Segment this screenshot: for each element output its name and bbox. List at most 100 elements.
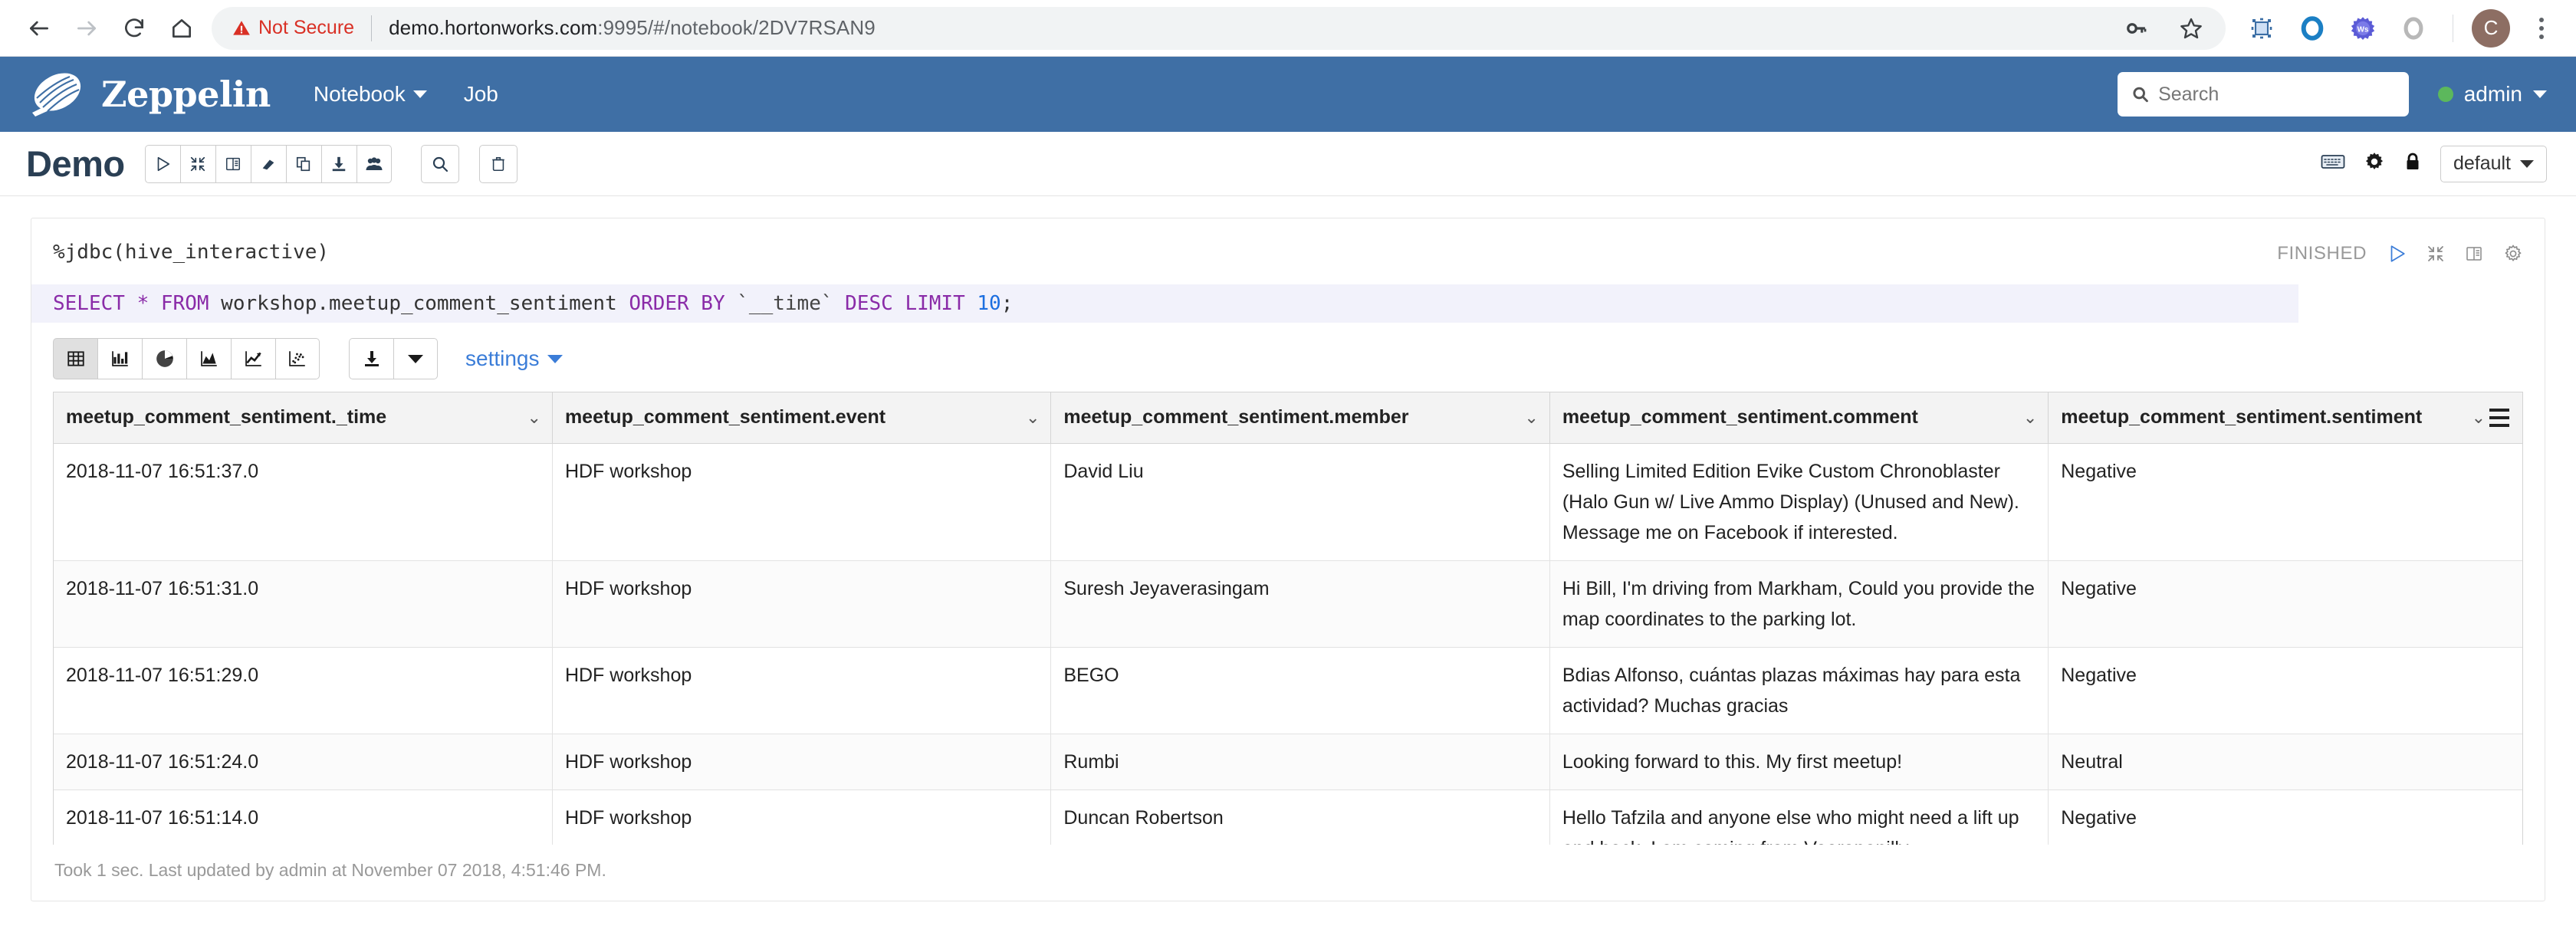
- notebook-header-right: default: [2321, 145, 2547, 182]
- viz-settings-toggle[interactable]: settings: [465, 346, 563, 371]
- paragraph-run-button[interactable]: [2387, 244, 2407, 264]
- url-text: demo.hortonworks.com:9995/#/notebook/2DV…: [389, 16, 876, 40]
- address-bar[interactable]: Not Secure demo.hortonworks.com:9995/#/n…: [212, 6, 2226, 50]
- browser-nav-buttons: [17, 6, 204, 51]
- clone-icon: [297, 156, 310, 171]
- browser-toolbar: Not Secure demo.hortonworks.com:9995/#/n…: [0, 0, 2576, 57]
- cell-sentiment: Negative: [2048, 443, 2522, 561]
- cell-time: 2018-11-07 16:51:29.0: [54, 647, 553, 734]
- cell-event: HDF workshop: [552, 734, 1052, 790]
- blue-circle-extension-icon[interactable]: [2292, 8, 2333, 49]
- username-label: admin: [2463, 82, 2522, 106]
- kebab-dot: [2539, 25, 2544, 31]
- viz-scatter-chart-button[interactable]: [275, 338, 320, 379]
- notebook-settings-button[interactable]: [2364, 151, 2385, 176]
- keyboard-icon: [2321, 155, 2345, 169]
- forward-button[interactable]: [64, 6, 109, 51]
- run-all-paragraphs-button[interactable]: [144, 144, 180, 183]
- hamburger-line: [2489, 415, 2509, 419]
- user-menu[interactable]: admin: [2437, 82, 2547, 107]
- paragraph-collapse-button[interactable]: [2426, 245, 2445, 263]
- collapse-all-button[interactable]: [179, 144, 215, 183]
- cell-member: Duncan Robertson: [1050, 790, 1550, 845]
- gray-circle-extension-icon[interactable]: [2393, 8, 2434, 49]
- password-key-icon[interactable]: [2115, 8, 2157, 49]
- search-input[interactable]: [2158, 83, 2395, 106]
- show-hide-code-button[interactable]: [215, 144, 251, 183]
- cell-event: HDF workshop: [552, 560, 1052, 648]
- table-row[interactable]: 2018-11-07 16:51:37.0 HDF workshop David…: [54, 443, 2522, 561]
- url-path: :9995/#/notebook/2DV7RSAN9: [597, 16, 876, 39]
- notebook-lock-button[interactable]: [2404, 151, 2422, 176]
- download-format-dropdown[interactable]: [393, 338, 438, 379]
- area-chart-icon: [200, 351, 217, 366]
- search-icon: [432, 156, 448, 172]
- table-row[interactable]: 2018-11-07 16:51:31.0 HDF workshop Sures…: [54, 560, 2522, 648]
- browser-menu-button[interactable]: [2524, 8, 2559, 49]
- column-header-time[interactable]: meetup_comment_sentiment._time ⌄: [54, 392, 553, 444]
- bookmark-star-icon[interactable]: [2170, 8, 2212, 49]
- chevron-down-icon: ⌄: [527, 407, 541, 427]
- cell-time: 2018-11-07 16:51:24.0: [54, 734, 553, 790]
- viz-area-chart-button[interactable]: [186, 338, 231, 379]
- column-header-event[interactable]: meetup_comment_sentiment.event ⌄: [552, 392, 1052, 444]
- viz-bar-chart-button[interactable]: [97, 338, 142, 379]
- table-menu-button[interactable]: [2484, 392, 2515, 442]
- column-header-member-label: meetup_comment_sentiment.member: [1063, 406, 1409, 428]
- column-header-comment[interactable]: meetup_comment_sentiment.comment ⌄: [1549, 392, 2049, 444]
- table-row[interactable]: 2018-11-07 16:51:24.0 HDF workshop Rumbi…: [54, 734, 2522, 790]
- paragraph-show-code-button[interactable]: [2465, 245, 2483, 263]
- download-button-group: [349, 338, 438, 379]
- clone-notebook-button[interactable]: [285, 144, 321, 183]
- column-header-comment-label: meetup_comment_sentiment.comment: [1562, 406, 1918, 428]
- reload-button[interactable]: [112, 6, 156, 51]
- line-chart-icon: [245, 351, 261, 366]
- download-icon: [364, 351, 379, 366]
- sql-limit-value: 10: [977, 292, 1001, 315]
- chevron-down-icon: [408, 354, 423, 363]
- viz-line-chart-button[interactable]: [231, 338, 275, 379]
- connection-status-dot: [2437, 87, 2453, 102]
- viz-table-button[interactable]: [53, 338, 97, 379]
- result-table-container[interactable]: meetup_comment_sentiment._time ⌄ meetup_…: [53, 392, 2523, 845]
- nav-item-notebook[interactable]: Notebook: [314, 82, 427, 107]
- notebook-action-buttons: [144, 144, 392, 183]
- screenshot-crop-extension-icon[interactable]: [2241, 8, 2282, 49]
- sql-table-name: workshop.meetup_comment_sentiment: [221, 292, 617, 315]
- interpreter-binding-label: default: [2453, 153, 2511, 174]
- code-editor[interactable]: %jdbc(hive_interactive) SELECT * FROM wo…: [31, 235, 2299, 323]
- column-header-sentiment[interactable]: meetup_comment_sentiment.sentiment ⌄: [2048, 392, 2522, 444]
- paragraph-settings-button[interactable]: [2503, 244, 2523, 264]
- ws-extension-icon[interactable]: Ws: [2342, 8, 2384, 49]
- ws-badge-glyph: Ws: [2351, 16, 2375, 40]
- navbar-search[interactable]: [2117, 72, 2409, 117]
- column-header-member[interactable]: meetup_comment_sentiment.member ⌄: [1050, 392, 1550, 444]
- zeppelin-logo-link[interactable]: Zeppelin: [23, 69, 271, 120]
- chevron-down-icon: ⌄: [2022, 407, 2038, 427]
- viz-pie-chart-button[interactable]: [142, 338, 186, 379]
- back-arrow-icon: [30, 21, 48, 35]
- star-glyph: [2180, 18, 2202, 38]
- profile-avatar[interactable]: C: [2472, 8, 2510, 48]
- key-glyph: [2127, 22, 2147, 34]
- interpreter-binding-select[interactable]: default: [2440, 145, 2547, 182]
- cell-comment: Hi Bill, I'm driving from Markham, Could…: [1549, 560, 2049, 648]
- export-notebook-button[interactable]: [320, 144, 356, 183]
- notebook-permissions-button[interactable]: [356, 144, 392, 183]
- browser-extensions: Ws C: [2236, 8, 2559, 49]
- chevron-down-icon: ⌄: [1025, 407, 1040, 427]
- kebab-dot: [2539, 17, 2544, 22]
- security-indicator[interactable]: Not Secure: [232, 17, 354, 39]
- table-row[interactable]: 2018-11-07 16:51:14.0 HDF workshop Dunca…: [54, 790, 2522, 845]
- clear-output-button[interactable]: [250, 144, 286, 183]
- column-header-sentiment-label: meetup_comment_sentiment.sentiment: [2061, 406, 2423, 428]
- nav-item-job[interactable]: Job: [464, 82, 498, 107]
- notebook-search-button[interactable]: [420, 144, 459, 183]
- back-button[interactable]: [17, 6, 61, 51]
- home-button[interactable]: [159, 6, 204, 51]
- download-result-button[interactable]: [349, 338, 393, 379]
- keyboard-shortcuts-button[interactable]: [2321, 152, 2345, 176]
- chevron-down-icon: ⌄: [1524, 407, 1539, 427]
- delete-notebook-button[interactable]: [478, 144, 518, 183]
- table-row[interactable]: 2018-11-07 16:51:29.0 HDF workshop BEGO …: [54, 647, 2522, 734]
